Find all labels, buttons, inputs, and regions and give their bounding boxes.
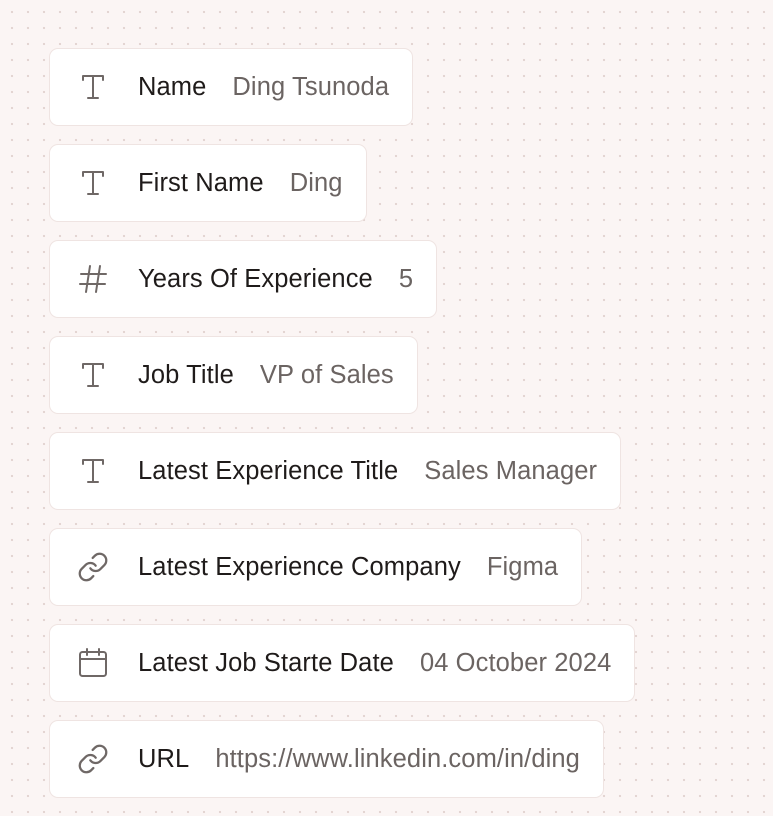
field-card-job-title[interactable]: Job Title VP of Sales xyxy=(49,336,418,414)
field-value: Ding xyxy=(289,168,343,197)
field-card-url[interactable]: URL https://www.linkedin.com/in/ding xyxy=(49,720,604,798)
link-type-icon xyxy=(76,742,110,776)
page: { "fields": [ {"icon": "text-type-icon",… xyxy=(0,0,773,798)
field-value: VP of Sales xyxy=(259,360,394,389)
field-card-years-of-experience[interactable]: Years Of Experience 5 xyxy=(49,240,438,318)
number-type-icon xyxy=(76,262,110,296)
field-label: URL xyxy=(138,744,190,773)
field-label: First Name xyxy=(138,168,264,197)
field-value: Figma xyxy=(486,552,559,581)
field-label: Name xyxy=(138,72,207,101)
field-label: Latest Experience Company xyxy=(138,552,461,581)
field-card-first-name[interactable]: First Name Ding xyxy=(49,144,367,222)
field-list: Name Ding Tsunoda First Name Ding Years … xyxy=(49,48,636,816)
field-value: Sales Manager xyxy=(424,456,598,485)
field-card-latest-experience-company[interactable]: Latest Experience Company Figma xyxy=(49,528,583,606)
text-type-icon xyxy=(76,70,110,104)
field-value: 5 xyxy=(398,264,414,293)
field-card-latest-experience-title[interactable]: Latest Experience Title Sales Manager xyxy=(49,432,622,510)
calendar-type-icon xyxy=(76,646,110,680)
field-value: Ding Tsunoda xyxy=(232,72,390,101)
field-card-name[interactable]: Name Ding Tsunoda xyxy=(49,48,414,126)
field-label: Latest Experience Title xyxy=(138,456,399,485)
field-card-latest-job-start-date[interactable]: Latest Job Starte Date 04 October 2024 xyxy=(49,624,636,702)
field-label: Years Of Experience xyxy=(138,264,373,293)
field-value: https://www.linkedin.com/in/ding xyxy=(215,744,580,773)
text-type-icon xyxy=(76,454,110,488)
field-label: Job Title xyxy=(138,360,234,389)
text-type-icon xyxy=(76,358,110,392)
text-type-icon xyxy=(76,166,110,200)
field-label: Latest Job Starte Date xyxy=(138,648,394,677)
field-value: 04 October 2024 xyxy=(419,648,612,677)
link-type-icon xyxy=(76,550,110,584)
